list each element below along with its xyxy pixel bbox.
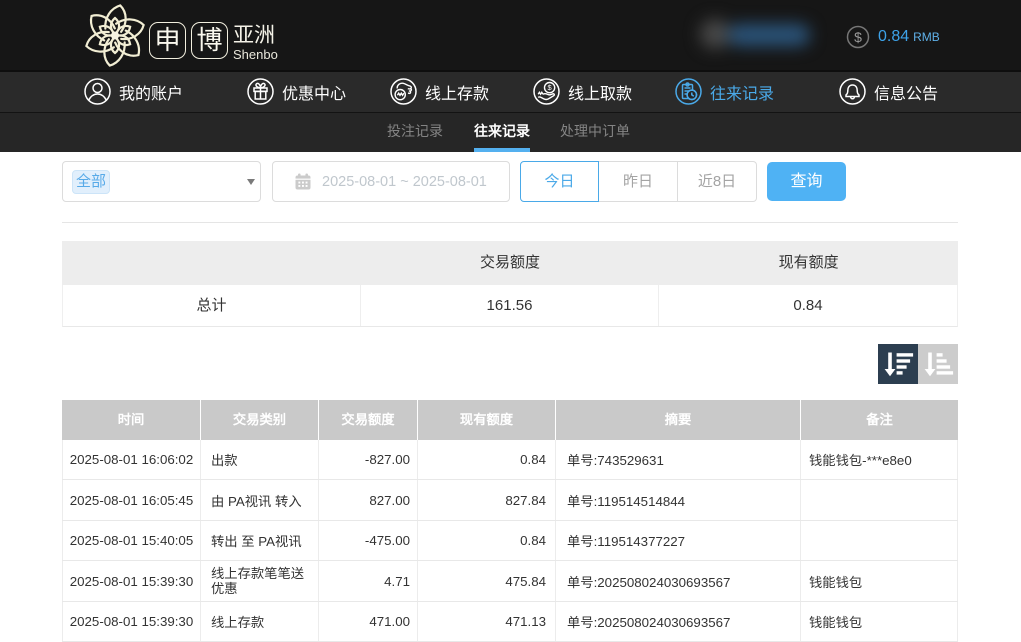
svg-text:$: $ xyxy=(548,83,553,92)
svg-text:$: $ xyxy=(854,29,862,45)
